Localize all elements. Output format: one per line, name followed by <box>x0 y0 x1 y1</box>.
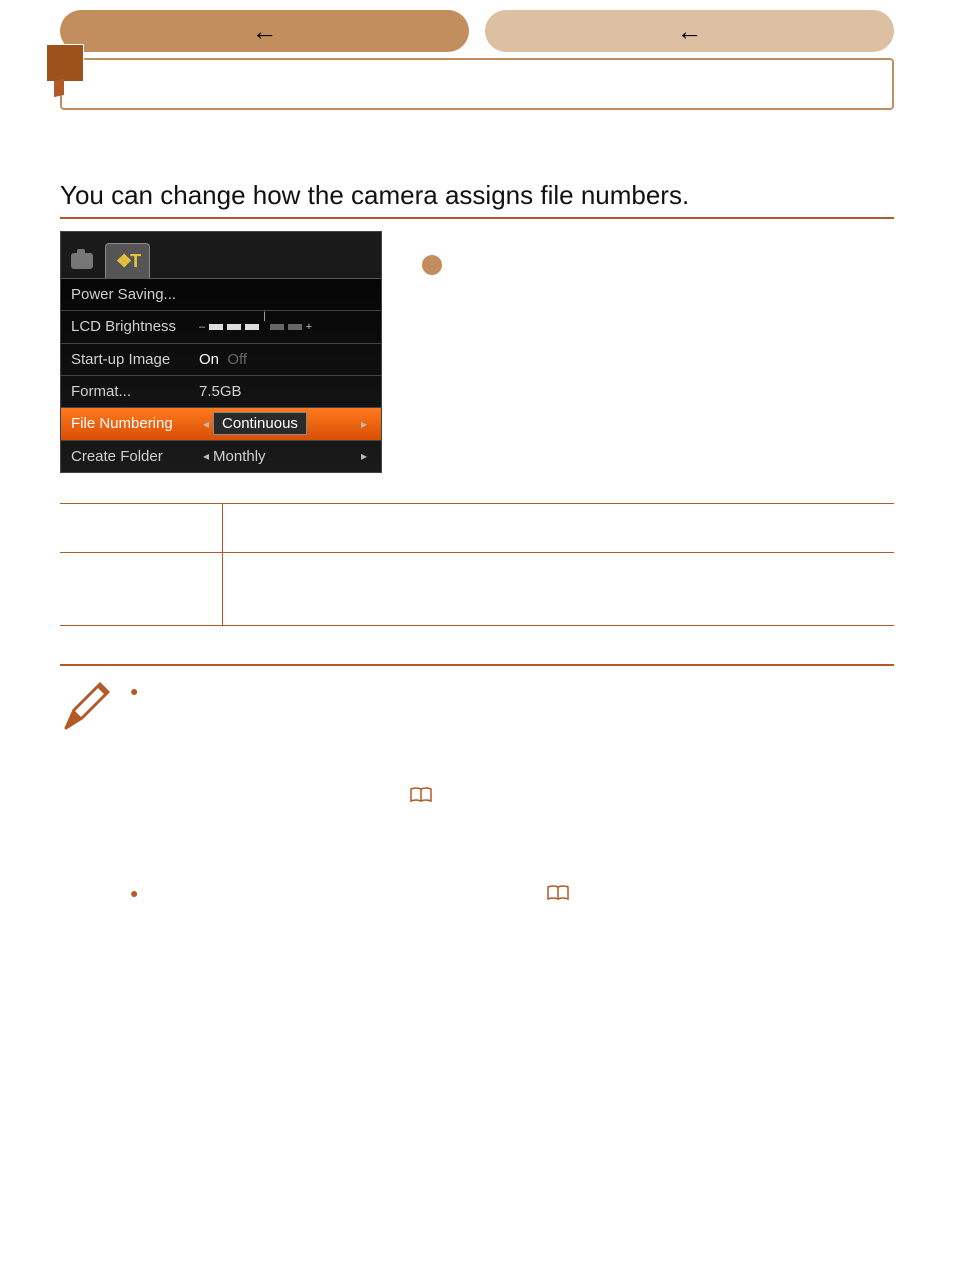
bullet-icon: ● <box>130 886 138 900</box>
title-accent-icon <box>54 79 64 97</box>
arrow-left-icon: ← <box>677 16 703 47</box>
note-item: ● <box>130 884 894 906</box>
menu-row-create-folder: Create Folder ◂ Monthly ▸ <box>61 440 381 472</box>
tab-camera <box>61 244 103 278</box>
triangle-right-icon: ▸ <box>357 449 371 463</box>
menu-row-startup-image: Start-up Image On Off <box>61 343 381 375</box>
book-icon <box>547 885 569 901</box>
book-icon <box>410 787 432 803</box>
table-cell <box>60 504 223 553</box>
menu-value: On Off <box>199 351 371 368</box>
note-item: ● <box>130 682 894 804</box>
divider <box>60 217 894 219</box>
triangle-left-icon: ◂ <box>199 449 213 463</box>
pencil-icon <box>60 678 110 986</box>
camera-icon <box>71 253 93 269</box>
menu-row-lcd-brightness: LCD Brightness – | + <box>61 310 381 342</box>
nav-back-button-1[interactable]: ← <box>60 10 469 52</box>
title-square-icon <box>46 44 84 82</box>
table-cell <box>60 553 223 626</box>
menu-label: LCD Brightness <box>71 318 199 335</box>
menu-label: Create Folder <box>71 448 199 465</box>
menu-label: Start-up Image <box>71 351 199 368</box>
menu-value: ◂ Monthly ▸ <box>199 448 371 465</box>
page-title-bar <box>60 58 894 110</box>
bullet-icon: ● <box>130 684 138 698</box>
table-cell <box>223 553 895 626</box>
triangle-right-icon: ▸ <box>357 417 371 431</box>
intro-text: You can change how the camera assigns fi… <box>60 180 894 211</box>
camera-screenshot: ❖T Power Saving... LCD Brightness – | + <box>60 231 382 473</box>
menu-value: 7.5GB <box>199 383 371 400</box>
menu-row-format: Format... 7.5GB <box>61 375 381 407</box>
tools-icon: ❖T <box>116 251 139 272</box>
menu-row-file-numbering: File Numbering ◂ Continuous ▸ <box>61 407 381 439</box>
table-cell <box>223 504 895 553</box>
nav-back-button-2[interactable]: ← <box>485 10 894 52</box>
brightness-bar: – | + <box>199 321 371 333</box>
tab-tools: ❖T <box>105 243 150 278</box>
notes-section: ● ● <box>60 664 894 986</box>
menu-row-power-saving: Power Saving... <box>61 279 381 310</box>
arrow-left-icon: ← <box>252 16 278 47</box>
step-bullet-icon <box>422 255 442 275</box>
menu-label: Format... <box>71 383 199 400</box>
options-table <box>60 503 894 626</box>
menu-label: File Numbering <box>71 415 199 432</box>
triangle-left-icon: ◂ <box>199 417 213 431</box>
menu-value: ◂ Continuous ▸ <box>199 412 371 435</box>
menu-label: Power Saving... <box>71 286 199 303</box>
